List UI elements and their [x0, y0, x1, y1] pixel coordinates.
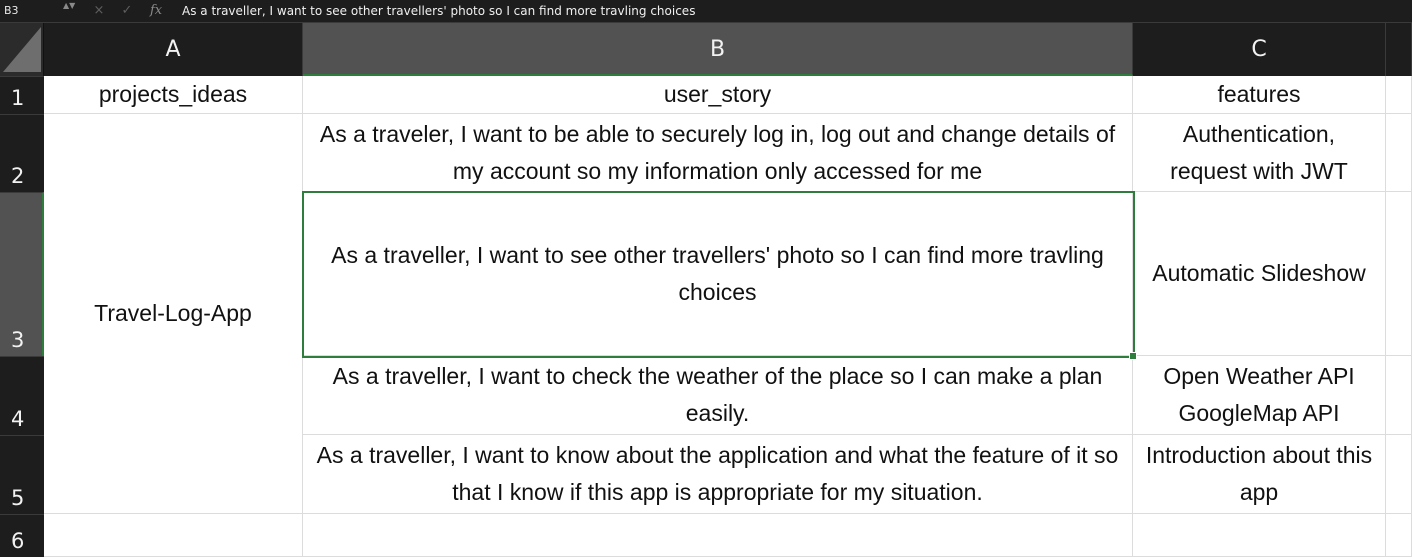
cell-d6[interactable] [1386, 514, 1412, 557]
row-header-4[interactable]: 4 [0, 356, 44, 435]
cell-d5[interactable] [1386, 435, 1412, 514]
cell-d2[interactable] [1386, 114, 1412, 192]
cell-b2[interactable]: As a traveler, I want to be able to secu… [303, 114, 1133, 192]
row-number: 6 [11, 529, 25, 553]
cell-c5[interactable]: Introduction about this app [1133, 435, 1386, 514]
insert-function-icon[interactable]: fx [150, 0, 170, 22]
cell-b4[interactable]: As a traveller, I want to check the weat… [303, 356, 1133, 435]
cell-b1[interactable]: user_story [303, 76, 1133, 114]
cell-b5[interactable]: As a traveller, I want to know about the… [303, 435, 1133, 514]
cell-c4[interactable]: Open Weather API GoogleMap API [1133, 356, 1386, 435]
fill-handle[interactable] [1129, 352, 1137, 360]
select-all-button[interactable] [0, 23, 44, 76]
select-all-icon [3, 27, 41, 72]
cell-a2-a5-merged[interactable]: Travel-Log-App [44, 114, 303, 514]
row-header-5[interactable]: 5 [0, 435, 44, 514]
cell-d1[interactable] [1386, 76, 1412, 114]
cell-d3[interactable] [1386, 192, 1412, 356]
row-number: 3 [11, 328, 25, 352]
cell-a6[interactable] [44, 514, 303, 557]
cell-c2[interactable]: Authentication, request with JWT [1133, 114, 1386, 192]
name-box-dropdown-icon[interactable]: ▲▼ [63, 2, 75, 20]
cell-b3[interactable]: As a traveller, I want to see other trav… [303, 192, 1133, 356]
column-header-c[interactable]: C [1133, 23, 1386, 76]
column-header-a[interactable]: A [44, 23, 303, 76]
cell-b6[interactable] [303, 514, 1133, 557]
row-number: 5 [11, 486, 25, 510]
cancel-icon[interactable]: × [92, 0, 106, 22]
row-header-2[interactable]: 2 [0, 114, 44, 192]
row-number: 1 [11, 86, 25, 110]
row-header-3[interactable]: 3 [0, 192, 44, 356]
cell-c1[interactable]: features [1133, 76, 1386, 114]
row-header-6[interactable]: 6 [0, 514, 44, 557]
name-box[interactable]: B3 [0, 0, 58, 22]
confirm-icon[interactable]: ✓ [120, 0, 134, 22]
cell-c6[interactable] [1133, 514, 1386, 557]
column-header-d[interactable] [1386, 23, 1412, 76]
formula-bar: B3 ▲▼ × ✓ fx As a traveller, I want to s… [0, 0, 1412, 23]
spreadsheet-grid: A B C 1 2 3 4 5 6 projects_ideas user_st… [0, 23, 1412, 557]
cell-a1[interactable]: projects_ideas [44, 76, 303, 114]
column-header-b[interactable]: B [303, 23, 1133, 76]
formula-input[interactable]: As a traveller, I want to see other trav… [182, 0, 1402, 22]
cell-c3[interactable]: Automatic Slideshow [1133, 192, 1386, 356]
row-header-1[interactable]: 1 [0, 76, 44, 114]
row-number: 2 [11, 164, 25, 188]
row-number: 4 [11, 407, 25, 431]
cell-d4[interactable] [1386, 356, 1412, 435]
